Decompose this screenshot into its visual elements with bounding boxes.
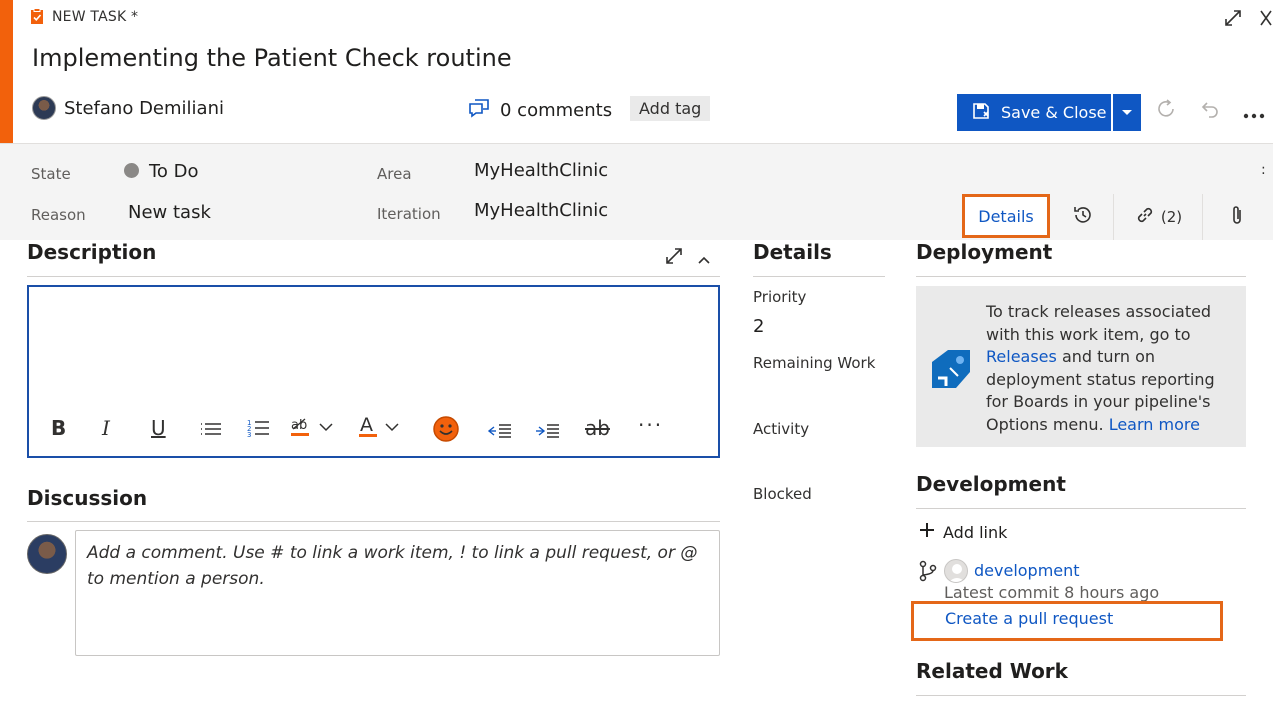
deployment-text: To track releases associated with this w… [986, 301, 1236, 436]
activity-label: Activity [753, 420, 810, 438]
avatar [27, 534, 67, 574]
svg-text:3: 3 [247, 431, 251, 438]
paperclip-icon [1230, 204, 1244, 230]
deployment-divider [916, 276, 1246, 277]
reason-label: Reason [31, 206, 86, 224]
work-item-type: NEW TASK * [30, 8, 138, 25]
deployment-heading: Deployment [916, 240, 1053, 264]
area-label: Area [377, 165, 412, 183]
tab-history[interactable] [1052, 194, 1114, 240]
save-options-button[interactable] [1113, 94, 1141, 131]
avatar [32, 96, 56, 120]
tab-attachments[interactable] [1204, 194, 1270, 240]
details-heading: Details [753, 240, 832, 264]
links-count: (2) [1160, 208, 1183, 226]
details-divider [753, 276, 885, 277]
highlight-box [911, 601, 1223, 641]
activity-field[interactable] [753, 444, 883, 472]
remaining-work-label: Remaining Work [753, 354, 876, 372]
description-divider [27, 276, 720, 277]
reason-field[interactable]: New task [128, 202, 211, 223]
comments-link[interactable]: 0 comments [468, 98, 612, 123]
save-group: Save & Close [957, 94, 1141, 131]
expand-icon[interactable] [1223, 8, 1243, 33]
more-actions-icon[interactable] [1243, 100, 1265, 125]
work-item-title[interactable]: Implementing the Patient Check routine [32, 44, 512, 72]
collapse-icon[interactable] [698, 250, 710, 269]
save-close-button[interactable]: Save & Close [957, 94, 1111, 131]
area-field[interactable]: MyHealthClinic [474, 160, 608, 181]
latest-commit: Latest commit 8 hours ago [944, 583, 1160, 602]
undo-icon[interactable] [1199, 98, 1221, 126]
overflow-indicator: : [1261, 162, 1266, 178]
priority-field[interactable]: 2 [753, 316, 764, 337]
plus-icon [919, 522, 935, 542]
comments-count: 0 comments [500, 100, 613, 121]
increase-indent-icon[interactable] [535, 420, 561, 444]
strikethrough-icon[interactable]: ab [585, 416, 610, 440]
window-controls [1223, 8, 1273, 33]
state-value: To Do [149, 161, 199, 182]
refresh-icon[interactable] [1155, 98, 1177, 126]
header-actions [1155, 98, 1265, 126]
description-heading: Description [27, 240, 157, 264]
link-icon [1135, 205, 1155, 229]
chevron-down-icon [1121, 106, 1133, 120]
bold-icon[interactable]: B [51, 416, 66, 440]
italic-icon[interactable]: I [102, 416, 110, 440]
state-dot-icon [124, 163, 139, 178]
add-tag-button[interactable]: Add tag [630, 96, 711, 121]
deployment-text-part: To track releases associated with this w… [986, 302, 1212, 344]
branch-icon [919, 560, 937, 586]
svg-text:ab: ab [291, 418, 307, 433]
discussion-divider [27, 521, 720, 522]
numbered-list-icon[interactable]: 123 [247, 418, 271, 443]
bulleted-list-icon[interactable] [199, 419, 223, 443]
decrease-indent-icon[interactable] [487, 420, 513, 444]
highlight-icon[interactable]: ab [291, 415, 337, 446]
priority-label: Priority [753, 288, 807, 306]
branch-link[interactable]: development [974, 561, 1080, 580]
discussion-heading: Discussion [27, 486, 148, 510]
comment-input[interactable]: Add a comment. Use # to link a work item… [75, 530, 720, 656]
description-editor[interactable]: B I U 123 ab A ab ··· [27, 285, 720, 458]
development-heading: Development [916, 472, 1066, 496]
emoji-icon[interactable] [432, 415, 460, 448]
underline-icon[interactable]: U [151, 416, 166, 440]
state-field[interactable]: To Do [124, 161, 199, 182]
tab-details[interactable]: Details [962, 194, 1050, 238]
remaining-work-field[interactable] [753, 378, 883, 406]
tab-links[interactable]: (2) [1115, 194, 1203, 240]
history-icon [1072, 204, 1094, 230]
blocked-label: Blocked [753, 485, 812, 503]
development-divider [916, 508, 1246, 509]
comments-icon [468, 98, 490, 123]
deployment-info-panel: To track releases associated with this w… [916, 286, 1246, 447]
state-label: State [31, 165, 71, 183]
more-formatting-icon[interactable]: ··· [638, 413, 663, 437]
rocket-icon [930, 348, 974, 396]
save-close-label: Save & Close [1001, 103, 1107, 122]
assigned-to[interactable]: Stefano Demiliani [32, 96, 224, 120]
add-link-label: Add link [943, 522, 1008, 542]
svg-text:A: A [360, 414, 373, 436]
iteration-field[interactable]: MyHealthClinic [474, 200, 608, 221]
blocked-field[interactable] [753, 509, 883, 537]
assignee-name: Stefano Demiliani [64, 97, 224, 119]
save-icon [971, 101, 991, 125]
related-work-heading: Related Work [916, 659, 1068, 683]
add-link-button[interactable]: Add link [919, 522, 1007, 542]
work-item-type-label: NEW TASK * [52, 8, 139, 25]
releases-link[interactable]: Releases [986, 347, 1057, 366]
clipboard-check-icon [30, 8, 44, 25]
related-work-divider [916, 695, 1246, 696]
learn-more-link[interactable]: Learn more [1109, 415, 1200, 434]
maximize-icon[interactable] [664, 246, 684, 270]
font-color-icon[interactable]: A [359, 414, 405, 445]
close-icon[interactable] [1259, 8, 1273, 33]
iteration-label: Iteration [377, 205, 441, 223]
avatar [944, 559, 968, 583]
